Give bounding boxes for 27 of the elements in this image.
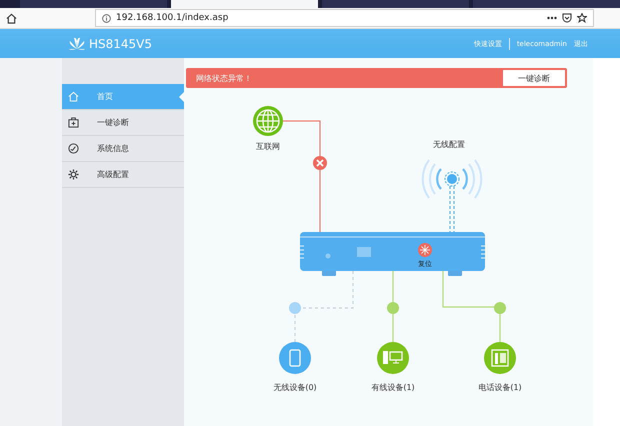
info-icon[interactable] xyxy=(102,14,111,22)
computer-icon[interactable] xyxy=(377,342,409,374)
model-name: HS8145V5 xyxy=(89,36,152,50)
home-icon xyxy=(68,91,79,102)
flower-logo-icon xyxy=(68,37,86,50)
gear-icon xyxy=(68,169,79,180)
home-icon[interactable] xyxy=(6,12,17,24)
tablet-icon[interactable] xyxy=(279,342,311,374)
wifi-signal-icon[interactable] xyxy=(422,159,482,199)
wireless-config-label[interactable]: 无线配置 xyxy=(433,140,465,149)
device-label: 无线设备(0) xyxy=(273,383,317,392)
reset-button[interactable] xyxy=(418,243,432,257)
internet-label: 互联网 xyxy=(256,142,280,151)
shield-icon[interactable] xyxy=(562,13,572,23)
star-icon[interactable] xyxy=(577,13,587,23)
url-text: 192.168.100.1/index.asp xyxy=(116,13,230,23)
globe-icon[interactable] xyxy=(253,106,283,136)
diagnose-button[interactable]: 一键诊断 xyxy=(503,70,565,86)
device-label: 电话设备(1) xyxy=(478,383,522,392)
address-bar[interactable]: 192.168.100.1/index.asp xyxy=(95,9,594,27)
antenna-line xyxy=(450,186,454,232)
error-icon xyxy=(313,156,327,170)
more-icon[interactable] xyxy=(547,16,557,20)
first-aid-kit-icon xyxy=(68,117,79,128)
device-label: 有线设备(1) xyxy=(371,383,415,392)
telephone-icon[interactable] xyxy=(484,342,516,374)
alert-message: 网络状态异常！ xyxy=(196,72,252,84)
